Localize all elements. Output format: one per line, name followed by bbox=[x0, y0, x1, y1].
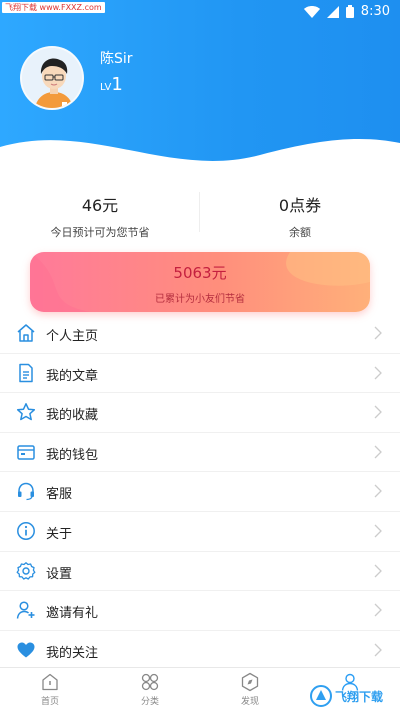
chevron-right-icon bbox=[374, 484, 382, 498]
watermark-text: 飞翔下载 bbox=[335, 689, 384, 704]
chevron-right-icon bbox=[374, 643, 382, 657]
document-icon bbox=[19, 363, 33, 382]
clock: 8:30 bbox=[360, 4, 390, 19]
menu-item-label: 客服 bbox=[46, 487, 73, 503]
chevron-right-icon bbox=[374, 564, 382, 578]
menu-item-label: 关于 bbox=[46, 526, 73, 542]
home-tab-icon bbox=[42, 673, 58, 691]
tab-discover[interactable]: 发现 bbox=[200, 668, 300, 711]
level-value: 1 bbox=[111, 74, 123, 95]
signal-icon bbox=[326, 5, 339, 18]
add-user-icon bbox=[16, 601, 35, 619]
stat-value: 46元 bbox=[81, 196, 119, 215]
menu-item-label: 邀请有礼 bbox=[46, 606, 99, 622]
stats-row: 46元 今日预计可为您节省 0点券 余额 bbox=[0, 188, 400, 244]
menu-item-label: 个人主页 bbox=[46, 329, 99, 344]
category-icon bbox=[141, 673, 159, 691]
home-icon bbox=[17, 324, 35, 342]
profile-screen: 飞翔下载 www.FXXZ.com 8:30 陈Sir LV1 46元 今日预计… bbox=[0, 0, 400, 711]
total-savings-amount: 5063元 bbox=[173, 264, 227, 282]
status-bar: 飞翔下载 www.FXXZ.com 8:30 bbox=[0, 0, 400, 24]
tab-label: 首页 bbox=[40, 697, 59, 707]
stat-balance[interactable]: 0点券 余额 bbox=[200, 188, 400, 240]
stat-label: 余额 bbox=[289, 226, 311, 239]
menu-item-label: 我的钱包 bbox=[46, 447, 99, 463]
avatar-illustration-icon bbox=[22, 48, 82, 108]
menu-item-label: 我的文章 bbox=[46, 368, 99, 384]
total-savings-card[interactable]: 5063元 已累计为小友们节省 bbox=[30, 252, 370, 312]
tab-home[interactable]: 首页 bbox=[0, 668, 100, 711]
tab-label: 分类 bbox=[140, 697, 159, 707]
heart-icon bbox=[17, 642, 35, 658]
wifi-icon bbox=[303, 5, 320, 18]
menu-item-my-articles[interactable]: 我的文章 bbox=[0, 354, 400, 394]
menu-item-my-following[interactable]: 我的关注 bbox=[0, 631, 400, 671]
menu-item-my-wallet[interactable]: 我的钱包 bbox=[0, 433, 400, 473]
wallet-icon bbox=[17, 445, 35, 460]
watermark-logo-icon bbox=[310, 685, 332, 707]
chevron-right-icon bbox=[374, 366, 382, 380]
menu-item-settings[interactable]: 设置 bbox=[0, 552, 400, 592]
menu-item-homepage[interactable]: 个人主页 bbox=[0, 314, 400, 354]
menu-item-customer-service[interactable]: 客服 bbox=[0, 472, 400, 512]
bottom-tab-bar: 首页 分类 发现 飞翔下载 bbox=[0, 667, 400, 711]
total-savings-description: 已累计为小友们节省 bbox=[155, 294, 245, 305]
headset-icon bbox=[18, 483, 34, 501]
battery-icon bbox=[345, 5, 354, 18]
watermark-badge: 飞翔下载 www.FXXZ.com bbox=[2, 2, 105, 13]
menu-item-invite[interactable]: 邀请有礼 bbox=[0, 591, 400, 631]
chevron-right-icon bbox=[374, 603, 382, 617]
chevron-right-icon bbox=[374, 405, 382, 419]
chevron-right-icon bbox=[374, 326, 382, 340]
menu-item-label: 设置 bbox=[46, 566, 73, 582]
discover-icon bbox=[241, 672, 259, 692]
tab-label: 发现 bbox=[240, 697, 259, 707]
chevron-right-icon bbox=[374, 524, 382, 538]
menu-item-my-favorites[interactable]: 我的收藏 bbox=[0, 393, 400, 433]
gear-icon bbox=[16, 561, 36, 580]
tab-category[interactable]: 分类 bbox=[100, 668, 200, 711]
stat-label: 今日预计可为您节省 bbox=[50, 226, 150, 239]
menu-item-about[interactable]: 关于 bbox=[0, 512, 400, 552]
level-prefix: LV bbox=[100, 82, 112, 93]
stat-value: 0点券 bbox=[278, 196, 322, 215]
menu-item-label: 我的收藏 bbox=[46, 408, 99, 424]
avatar[interactable] bbox=[20, 46, 84, 110]
star-icon bbox=[16, 403, 36, 421]
header-wave bbox=[0, 139, 400, 185]
watermark-logo: 飞翔下载 bbox=[310, 684, 394, 708]
profile-header: 飞翔下载 www.FXXZ.com 8:30 陈Sir LV1 bbox=[0, 0, 400, 185]
username: 陈Sir bbox=[100, 51, 133, 67]
menu-list: 个人主页 我的文章 我的收藏 我的钱包 客服 关于 设置 邀请有礼 我的关注 bbox=[0, 314, 400, 671]
info-icon bbox=[17, 522, 35, 540]
menu-item-label: 我的关注 bbox=[46, 645, 99, 661]
user-level: LV1 bbox=[100, 74, 123, 95]
chevron-right-icon bbox=[374, 445, 382, 459]
stat-savings-today[interactable]: 46元 今日预计可为您节省 bbox=[0, 188, 200, 240]
